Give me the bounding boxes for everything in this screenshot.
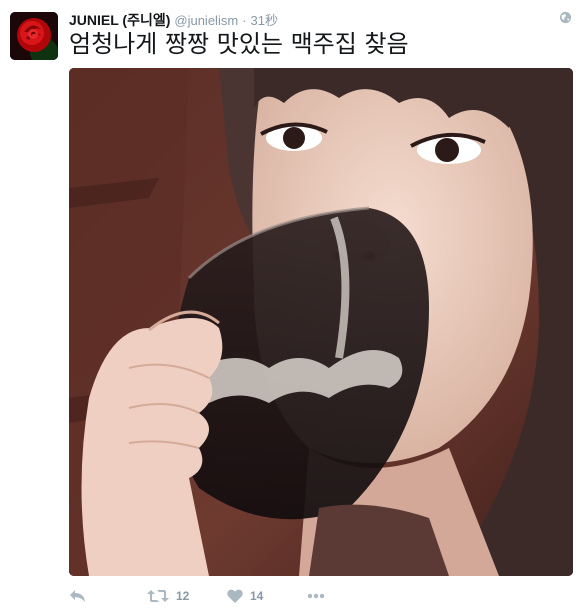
photo-woman-drinking-beer xyxy=(69,68,573,576)
like-button[interactable]: 14 xyxy=(227,585,307,607)
avatar[interactable] xyxy=(10,12,58,60)
reply-button[interactable] xyxy=(69,585,147,607)
like-count: 14 xyxy=(250,589,264,603)
tweet-actions: 12 14 xyxy=(69,585,572,607)
tweet-photo[interactable] xyxy=(69,68,573,576)
more-button[interactable] xyxy=(307,585,325,607)
tweet-text: 엄청나게 짱짱 맛있는 맥주집 찾음 xyxy=(69,30,409,58)
more-icon xyxy=(307,593,325,599)
separator-dot: · xyxy=(242,13,247,28)
retweet-button[interactable]: 12 xyxy=(147,585,227,607)
globe-icon xyxy=(559,11,572,24)
tweet-card: JUNIEL (주니엘) @junielism · 31秒 엄청나게 짱짱 맛있… xyxy=(0,0,582,614)
rose-image xyxy=(10,12,58,60)
reply-icon xyxy=(70,590,85,602)
retweet-count: 12 xyxy=(176,589,190,603)
heart-icon xyxy=(227,589,243,603)
username-handle[interactable]: @junielism xyxy=(174,13,238,28)
retweet-icon xyxy=(147,590,169,602)
